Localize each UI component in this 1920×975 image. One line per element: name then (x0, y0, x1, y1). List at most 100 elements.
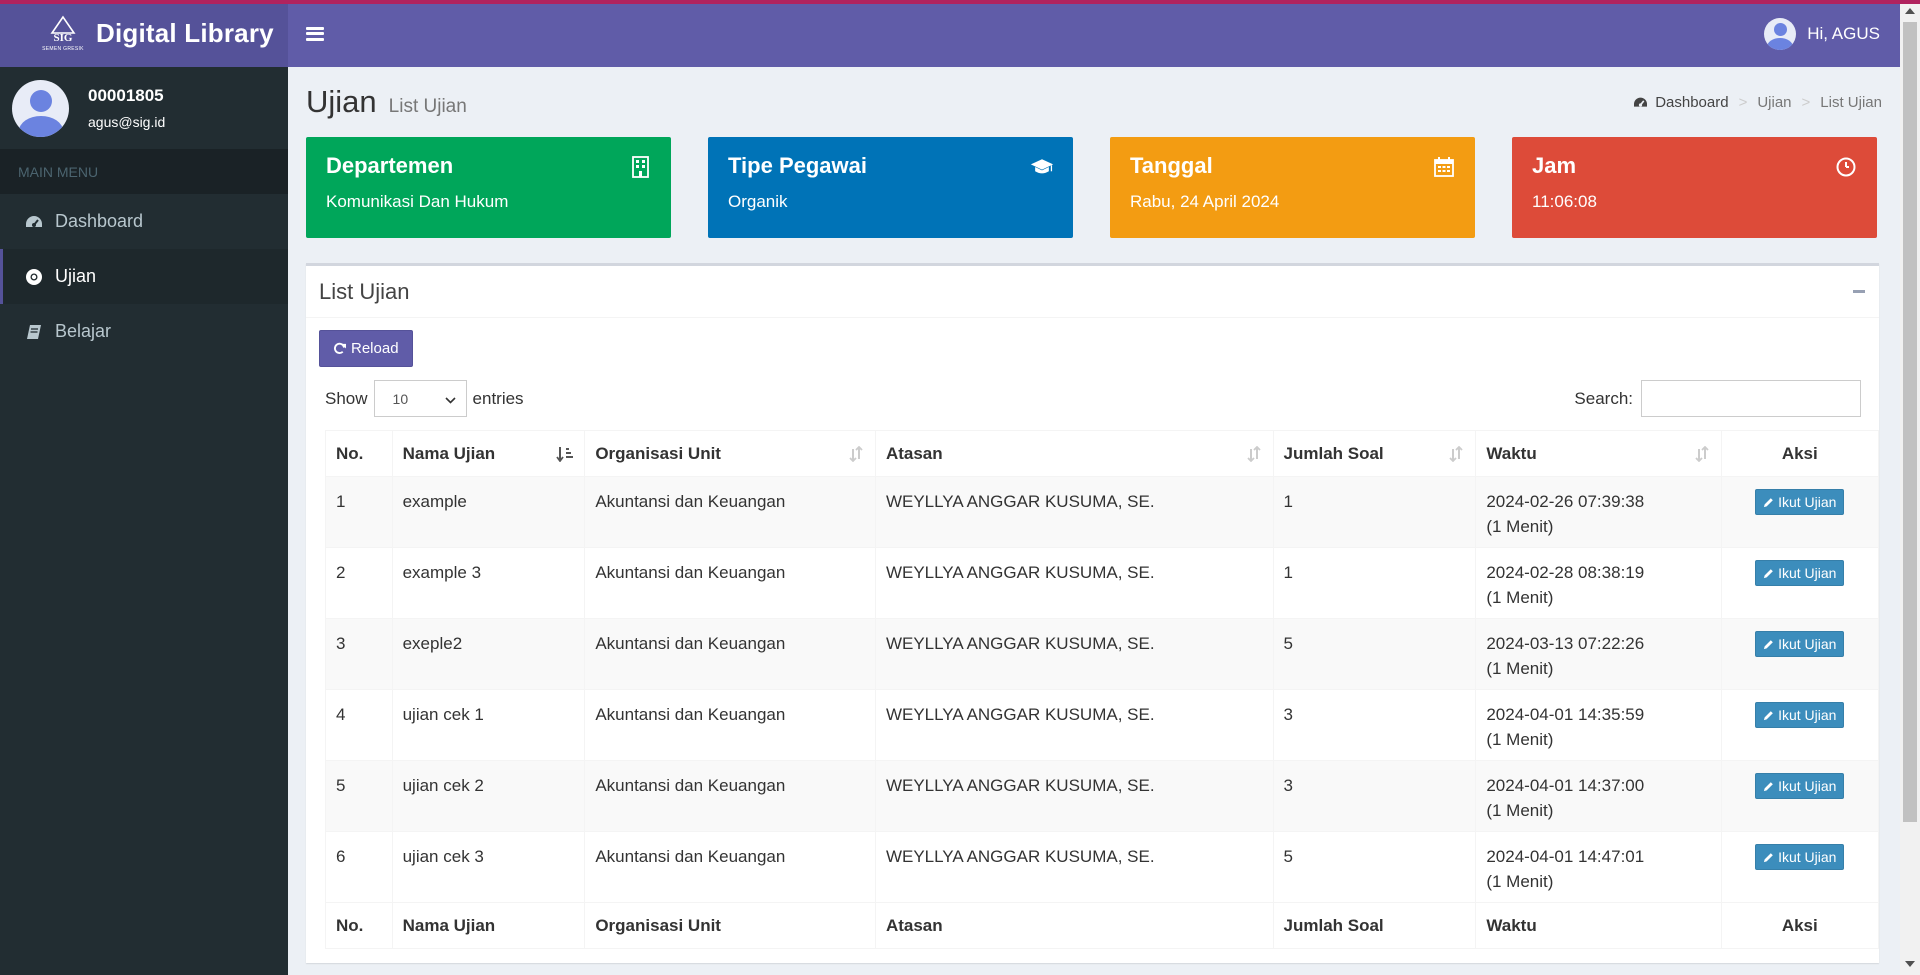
ikut-ujian-button[interactable]: Ikut Ujian (1755, 844, 1845, 870)
user-menu[interactable]: Hi, AGUS (1764, 17, 1880, 50)
pencil-icon (1763, 710, 1774, 721)
svg-text:SIG: SIG (54, 32, 73, 44)
cell-aksi: Ikut Ujian (1720, 689, 1880, 761)
cell-organisasi-unit: Akuntansi dan Keuangan (584, 547, 876, 619)
table-row: 6 ujian cek 3 Akuntansi dan Keuangan WEYLLY… (325, 831, 1880, 903)
chevron-down-icon (444, 391, 456, 407)
cell-nama-ujian: ujian cek 2 (391, 760, 586, 832)
waktu-datetime: 2024-02-28 08:38:19 (1486, 563, 1645, 582)
cell-atasan: WEYLLYA ANGGAR KUSUMA, SE. (874, 618, 1274, 690)
footer-aksi: Aksi (1720, 902, 1880, 949)
user-greeting: Hi, AGUS (1807, 23, 1880, 43)
ikut-ujian-label: Ikut Ujian (1778, 636, 1837, 652)
top-navbar: Hi, AGUS (288, 0, 1900, 67)
cell-aksi: Ikut Ujian (1720, 476, 1880, 548)
ikut-ujian-label: Ikut Ujian (1778, 494, 1837, 510)
sidebar-item-ujian[interactable]: Ujian (0, 249, 288, 304)
info-box-tipe-pegawai: Tipe Pegawai Organik (708, 137, 1073, 238)
scroll-down-icon[interactable] (1905, 961, 1915, 967)
vertical-scrollbar[interactable] (1900, 0, 1920, 975)
table-header-row: No. Nama Ujian Organisasi Unit Atasan Ju… (325, 430, 1880, 477)
book-icon (25, 323, 43, 341)
ikut-ujian-button[interactable]: Ikut Ujian (1755, 560, 1845, 586)
column-header-waktu[interactable]: Waktu (1475, 430, 1722, 477)
pencil-icon (1763, 781, 1774, 792)
waktu-datetime: 2024-04-01 14:47:01 (1486, 847, 1645, 866)
user-email: agus@sig.id (88, 114, 166, 130)
cell-nama-ujian: exeple2 (391, 618, 586, 690)
show-entries: Show 10 entries (325, 380, 524, 417)
entries-select[interactable]: 10 (373, 380, 467, 417)
cell-waktu: 2024-02-28 08:38:19 (1 Menit) (1475, 547, 1722, 619)
building-icon (628, 155, 652, 179)
sort-icon (1245, 445, 1263, 463)
ikut-ujian-button[interactable]: Ikut Ujian (1755, 489, 1845, 515)
cell-organisasi-unit: Akuntansi dan Keuangan (584, 476, 876, 548)
cell-organisasi-unit: Akuntansi dan Keuangan (584, 689, 876, 761)
waktu-durasi: (1 Menit) (1486, 588, 1554, 607)
calendar-icon (1432, 155, 1456, 179)
waktu-datetime: 2024-03-13 07:22:26 (1486, 634, 1645, 653)
column-header-nama-ujian[interactable]: Nama Ujian (391, 430, 586, 477)
footer-jumlah-soal: Jumlah Soal (1272, 902, 1477, 949)
waktu-durasi: (1 Menit) (1486, 730, 1554, 749)
cell-no: 4 (325, 689, 393, 761)
ikut-ujian-label: Ikut Ujian (1778, 565, 1837, 581)
cell-waktu: 2024-03-13 07:22:26 (1 Menit) (1475, 618, 1722, 690)
column-header-no[interactable]: No. (325, 430, 393, 477)
refresh-icon (333, 342, 346, 355)
breadcrumb: Dashboard > Ujian > List Ujian (1633, 94, 1882, 111)
waktu-durasi: (1 Menit) (1486, 659, 1554, 678)
ikut-ujian-label: Ikut Ujian (1778, 849, 1837, 865)
breadcrumb-ujian[interactable]: Ujian (1757, 94, 1791, 111)
column-header-atasan[interactable]: Atasan (874, 430, 1274, 477)
column-header-organisasi-unit[interactable]: Organisasi Unit (584, 430, 876, 477)
menu-header: MAIN MENU (0, 149, 288, 194)
user-id: 00001805 (88, 86, 164, 105)
scrollbar-thumb[interactable] (1903, 22, 1917, 822)
reload-button[interactable]: Reload (319, 330, 413, 367)
cell-jumlah-soal: 3 (1272, 689, 1477, 761)
ikut-ujian-button[interactable]: Ikut Ujian (1755, 631, 1845, 657)
info-box-departemen: Departemen Komunikasi Dan Hukum (306, 137, 671, 238)
collapse-icon[interactable] (1853, 290, 1865, 293)
sidebar-item-label: Dashboard (55, 211, 144, 231)
scroll-up-icon[interactable] (1905, 8, 1915, 14)
search-input[interactable] (1641, 380, 1861, 417)
cell-atasan: WEYLLYA ANGGAR KUSUMA, SE. (874, 760, 1274, 832)
clock-icon (1834, 155, 1858, 179)
cell-jumlah-soal: 5 (1272, 618, 1477, 690)
column-header-jumlah-soal[interactable]: Jumlah Soal (1272, 430, 1477, 477)
logo[interactable]: SIG SEMEN GRESIK Digital Library (0, 0, 288, 67)
cell-atasan: WEYLLYA ANGGAR KUSUMA, SE. (874, 831, 1274, 903)
table-row: 4 ujian cek 1 Akuntansi dan Keuangan WEYLLY… (325, 689, 1880, 761)
pencil-icon (1763, 852, 1774, 863)
pencil-icon (1763, 568, 1774, 579)
breadcrumb-dashboard[interactable]: Dashboard (1655, 94, 1728, 111)
dashboard-icon (25, 213, 43, 231)
logo-mark: SIG SEMEN GRESIK (42, 13, 84, 55)
sort-asc-icon (556, 445, 574, 463)
ikut-ujian-button[interactable]: Ikut Ujian (1755, 773, 1845, 799)
table-row: 1 example Akuntansi dan Keuangan WEYLLYA AN… (325, 476, 1880, 548)
cell-aksi: Ikut Ujian (1720, 618, 1880, 690)
panel-title: List Ujian (319, 278, 410, 304)
breadcrumb-separator: > (1801, 93, 1811, 111)
cell-organisasi-unit: Akuntansi dan Keuangan (584, 760, 876, 832)
sidebar-item-dashboard[interactable]: Dashboard (0, 194, 288, 249)
sidebar: SIG SEMEN GRESIK Digital Library 0000180… (0, 0, 288, 975)
cell-nama-ujian: ujian cek 1 (391, 689, 586, 761)
cell-waktu: 2024-04-01 14:35:59 (1 Menit) (1475, 689, 1722, 761)
sidebar-item-belajar[interactable]: Belajar (0, 304, 288, 359)
footer-atasan: Atasan (874, 902, 1274, 949)
graduation-cap-icon (1030, 155, 1054, 179)
ikut-ujian-button[interactable]: Ikut Ujian (1755, 702, 1845, 728)
table-row: 3 exeple2 Akuntansi dan Keuangan WEYLLYA AN… (325, 618, 1880, 690)
cell-atasan: WEYLLYA ANGGAR KUSUMA, SE. (874, 476, 1274, 548)
footer-organisasi-unit: Organisasi Unit (584, 902, 876, 949)
menu-toggle-icon[interactable] (306, 26, 324, 41)
column-header-aksi: Aksi (1720, 430, 1880, 477)
cell-no: 6 (325, 831, 393, 903)
cell-atasan: WEYLLYA ANGGAR KUSUMA, SE. (874, 547, 1274, 619)
cell-nama-ujian: ujian cek 3 (391, 831, 586, 903)
